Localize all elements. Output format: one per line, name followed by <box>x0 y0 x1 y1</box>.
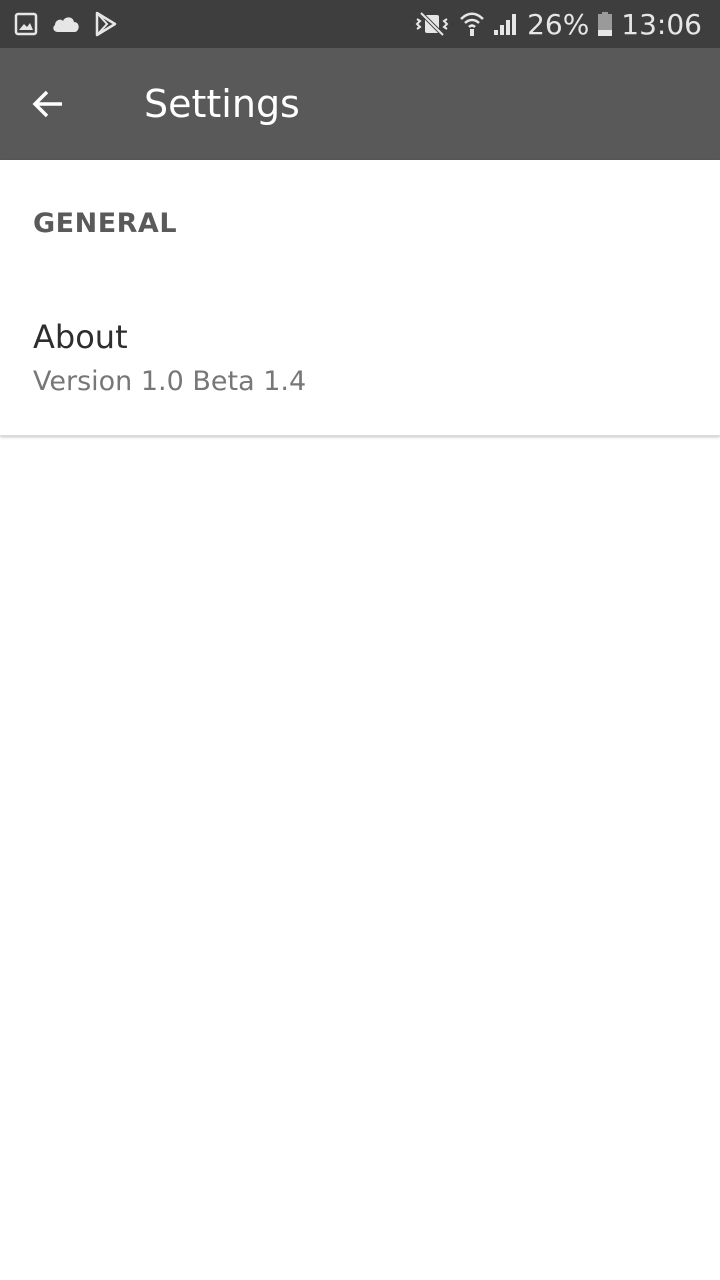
signal-icon <box>493 12 519 36</box>
back-arrow-icon <box>31 87 65 121</box>
app-bar: Settings <box>0 48 720 160</box>
battery-percent: 26% <box>527 7 590 41</box>
notification-icons <box>14 0 118 48</box>
back-button[interactable] <box>16 76 80 132</box>
gallery-icon <box>14 12 38 36</box>
wifi-icon <box>459 10 485 38</box>
battery-icon <box>597 11 613 37</box>
section-header-general: GENERAL <box>33 208 178 239</box>
play-store-icon <box>94 11 118 37</box>
preference-summary: Version 1.0 Beta 1.4 <box>33 366 307 397</box>
page-title: Settings <box>144 82 300 126</box>
cloud-icon <box>50 12 82 36</box>
settings-card: GENERAL About Version 1.0 Beta 1.4 <box>0 160 720 436</box>
preference-title: About <box>33 318 128 356</box>
system-icons: 26% 13:06 <box>413 0 702 48</box>
vibrate-off-icon <box>413 11 451 37</box>
clock: 13:06 <box>621 7 702 41</box>
status-bar: 26% 13:06 <box>0 0 720 48</box>
about-preference[interactable]: About Version 1.0 Beta 1.4 <box>0 300 720 416</box>
